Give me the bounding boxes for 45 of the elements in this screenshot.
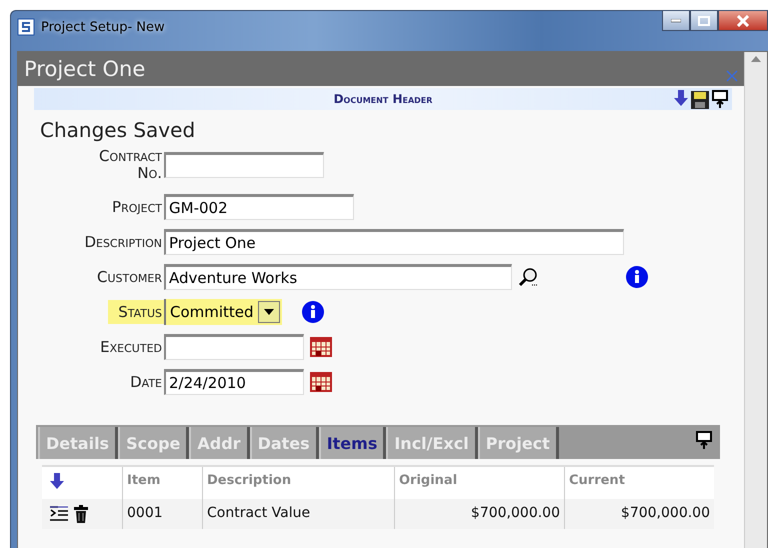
field-label: Project xyxy=(111,196,163,218)
scrollbar[interactable] xyxy=(744,52,767,548)
app-icon xyxy=(17,18,35,36)
field-label: Customer xyxy=(96,266,163,288)
maximize-button[interactable] xyxy=(690,11,718,31)
minimize-icon xyxy=(671,18,681,22)
window-title: Project Setup- New xyxy=(41,20,165,34)
status-message: Changes Saved xyxy=(40,118,196,142)
date-field[interactable] xyxy=(164,334,304,360)
table-cell: Contract Value xyxy=(202,499,394,529)
scroll-up-icon[interactable] xyxy=(751,56,761,62)
field-label: Description xyxy=(83,232,163,253)
section-title: Document Header xyxy=(334,92,432,106)
save-icon[interactable] xyxy=(690,90,710,110)
field-label: Contract No. xyxy=(98,146,163,184)
table-cell: 0001 xyxy=(122,499,202,529)
field-label: Status xyxy=(108,300,164,324)
panel-title: Project One xyxy=(24,57,146,81)
text-field[interactable]: GM-002 xyxy=(164,194,354,220)
table-cell: $700,000.00 xyxy=(394,499,564,529)
calendar-icon[interactable] xyxy=(310,372,332,392)
field-label: Executed xyxy=(99,336,163,358)
text-field[interactable]: Adventure Works xyxy=(164,264,512,290)
maximize-icon xyxy=(698,16,710,26)
trash-icon[interactable] xyxy=(74,505,88,523)
text-field[interactable] xyxy=(164,152,324,178)
table-cell: $700,000.00 xyxy=(564,499,714,529)
down-arrow-icon[interactable] xyxy=(50,473,64,489)
caret-icon xyxy=(264,309,274,315)
monitor-icon[interactable] xyxy=(712,90,728,108)
field-label: Date xyxy=(129,372,163,393)
text-field[interactable]: Project One xyxy=(164,229,624,255)
info-icon[interactable] xyxy=(626,266,648,288)
down-arrow-icon[interactable] xyxy=(674,90,688,106)
indent-icon[interactable] xyxy=(50,506,68,522)
tab[interactable]: Items xyxy=(318,427,386,459)
close-button[interactable] xyxy=(718,11,768,31)
info-icon[interactable] xyxy=(302,301,324,323)
close-icon xyxy=(737,14,749,26)
date-field[interactable]: 2/24/2010 xyxy=(164,369,304,395)
minimize-button[interactable] xyxy=(662,11,690,31)
calendar-icon[interactable] xyxy=(310,337,332,357)
status-dropdown[interactable]: Committed xyxy=(164,299,282,325)
monitor-icon[interactable] xyxy=(696,431,712,449)
search-icon[interactable] xyxy=(518,267,538,287)
